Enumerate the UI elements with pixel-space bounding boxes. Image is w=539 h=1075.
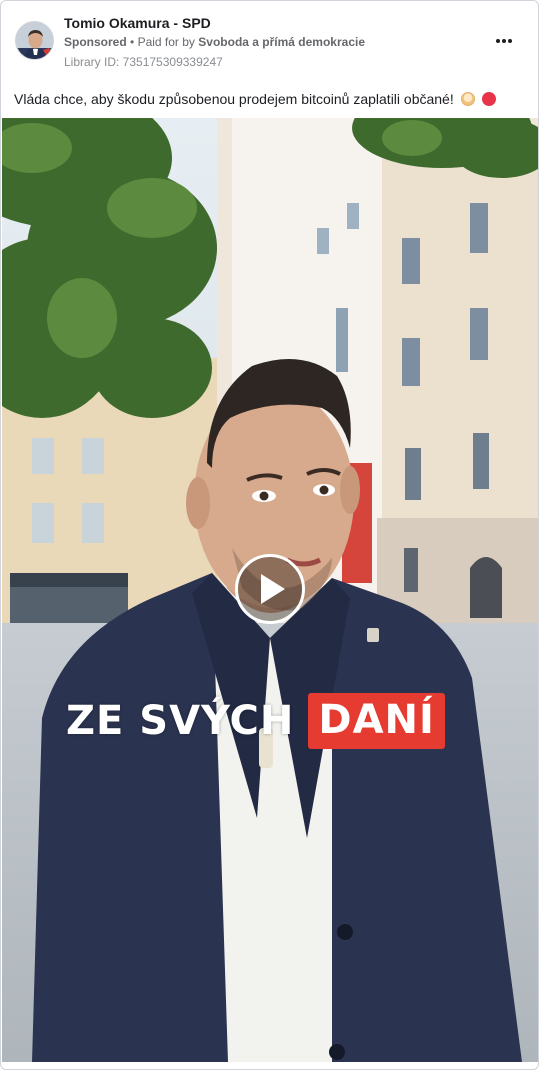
post-caption: Vláda chce, aby škodu způsobenou prodeje… bbox=[14, 91, 496, 107]
sponsored-label: Sponsored bbox=[64, 35, 127, 49]
avatar[interactable] bbox=[15, 21, 54, 60]
overlay-text: ZE SVÝCH bbox=[66, 698, 295, 744]
ad-card: Tomio Okamura - SPD Sponsored • Paid for… bbox=[0, 0, 539, 1070]
overlay-highlight: DANÍ bbox=[308, 693, 445, 749]
play-icon bbox=[261, 574, 285, 604]
caption-text: Vláda chce, aby škodu způsobenou prodeje… bbox=[14, 91, 454, 107]
funder-name[interactable]: Svoboda a přímá demokracie bbox=[198, 35, 365, 49]
page-name[interactable]: Tomio Okamura - SPD bbox=[64, 15, 211, 31]
post-header: Tomio Okamura - SPD Sponsored • Paid for… bbox=[1, 1, 538, 81]
more-options-icon bbox=[496, 39, 512, 43]
separator-dot: • bbox=[130, 35, 135, 49]
sponsored-line: Sponsored • Paid for by Svoboda a přímá … bbox=[64, 35, 365, 49]
angry-face-emoji-icon bbox=[481, 92, 496, 106]
library-id: Library ID: 735175309339247 bbox=[64, 55, 223, 69]
video-overlay-caption: ZE SVÝCH DANÍ bbox=[66, 693, 445, 749]
more-options-button[interactable] bbox=[492, 29, 516, 53]
play-button[interactable] bbox=[235, 554, 305, 624]
card-bottom-spacer bbox=[0, 1070, 539, 1075]
paid-for-prefix: Paid for by bbox=[137, 35, 195, 49]
video-player[interactable]: ZE SVÝCH DANÍ bbox=[2, 118, 538, 1062]
avatar-image bbox=[16, 22, 53, 59]
older-person-emoji-icon bbox=[460, 92, 475, 106]
